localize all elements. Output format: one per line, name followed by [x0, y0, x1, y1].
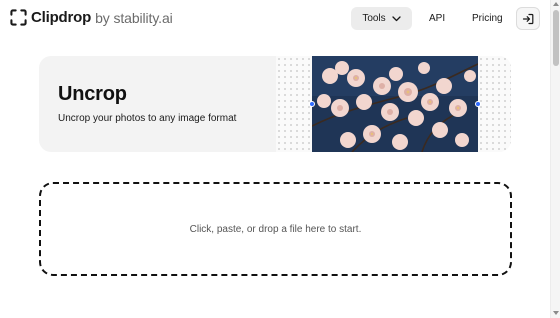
crop-handle-right [475, 101, 481, 107]
scroll-down-arrow-icon[interactable] [553, 311, 559, 315]
uncrop-extension-left [276, 56, 312, 152]
login-button[interactable] [516, 7, 540, 30]
pricing-link[interactable]: Pricing [472, 13, 503, 24]
uncrop-hero-card: Uncrop Uncrop your photos to any image f… [39, 56, 511, 152]
tools-label: Tools [362, 13, 386, 24]
page-subtitle: Uncrop your photos to any image format [58, 113, 237, 124]
blossom-image [312, 56, 478, 152]
page-title: Uncrop [58, 83, 127, 105]
clipdrop-logo-icon [10, 9, 27, 26]
scroll-up-arrow-icon[interactable] [553, 2, 559, 6]
login-icon [522, 13, 534, 24]
vertical-scrollbar[interactable] [550, 0, 560, 318]
tools-menu-button[interactable]: Tools [351, 7, 412, 30]
uncrop-extension-right [478, 56, 511, 152]
scrollbar-thumb[interactable] [553, 10, 559, 66]
hero-example-photo [312, 56, 478, 152]
api-link[interactable]: API [429, 13, 445, 24]
file-drop-zone[interactable]: Click, paste, or drop a file here to sta… [39, 182, 512, 276]
top-header: Clipdrop by stability.ai Tools API Prici… [0, 0, 548, 36]
logo-byline: by stability.ai [95, 9, 173, 26]
drop-zone-instructions: Click, paste, or drop a file here to sta… [189, 223, 362, 235]
crop-handle-left [309, 101, 315, 107]
logo-name: Clipdrop [31, 9, 92, 26]
clipdrop-logo[interactable]: Clipdrop by stability.ai [10, 9, 173, 26]
chevron-down-icon [392, 15, 401, 21]
